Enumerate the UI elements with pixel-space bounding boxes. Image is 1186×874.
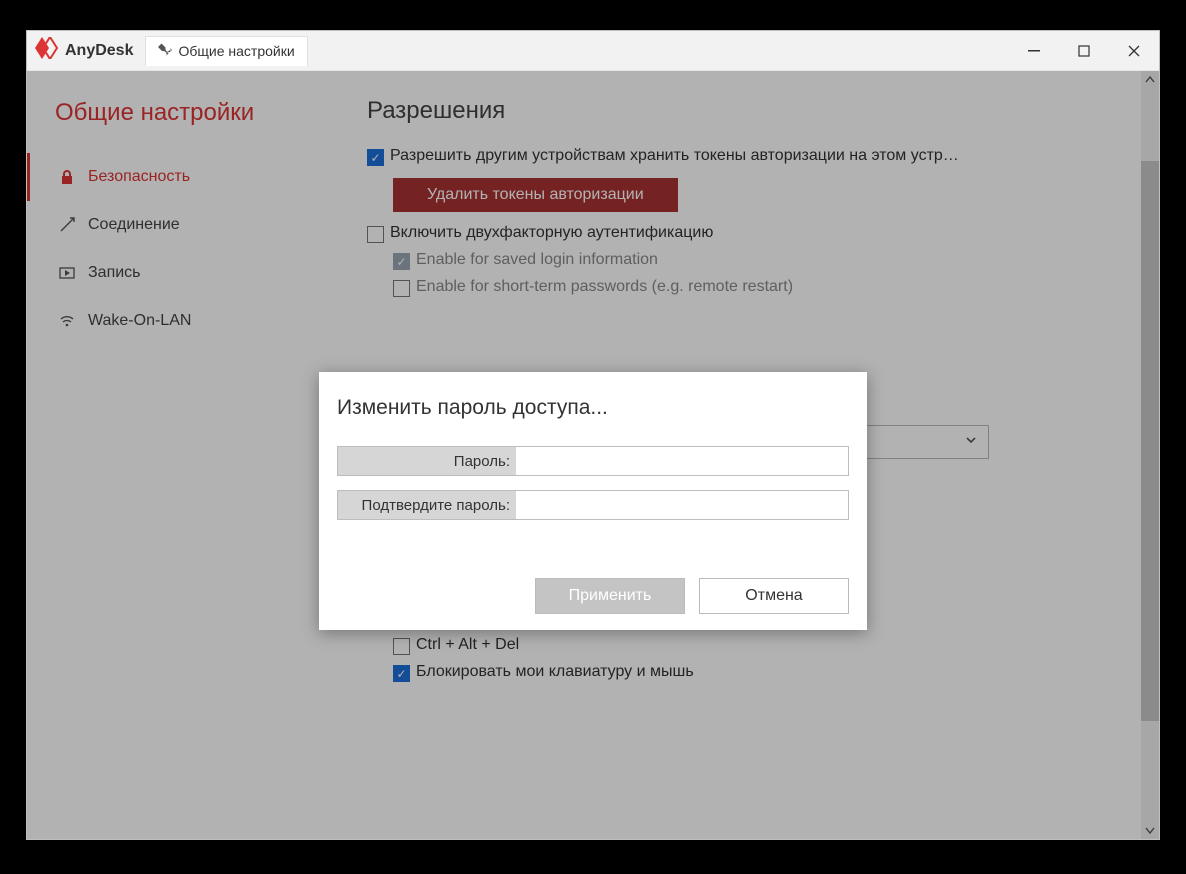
- main-scrollbar-thumb[interactable]: [1141, 161, 1159, 721]
- row-enable-saved-login: Enable for saved login information: [393, 251, 1139, 270]
- row-allow-store-tokens[interactable]: Разрешить другим устройствам хранить ток…: [367, 147, 1139, 166]
- apply-button[interactable]: Применить: [535, 578, 685, 614]
- window-body: Общие настройки Безопасность Соединение …: [27, 71, 1159, 839]
- label-cad: Ctrl + Alt + Del: [416, 636, 519, 654]
- label-block-input: Блокировать мои клавиатуру и мышь: [416, 663, 694, 681]
- label-confirm-password: Подтвердите пароль:: [338, 491, 516, 519]
- checkbox-enable-short-term: [393, 280, 410, 297]
- delete-tokens-button[interactable]: Удалить токены авторизации: [393, 178, 678, 212]
- titlebar: AnyDesk Общие настройки: [27, 31, 1159, 71]
- section-title-permissions: Разрешения: [367, 97, 1139, 125]
- sidebar-item-wol[interactable]: Wake-On-LAN: [27, 297, 341, 345]
- sidebar-title: Общие настройки: [27, 93, 341, 153]
- app-window: AnyDesk Общие настройки Общие настройки …: [26, 30, 1160, 840]
- label-enable-short-term: Enable for short-term passwords (e.g. re…: [416, 278, 793, 296]
- cancel-button[interactable]: Отмена: [699, 578, 849, 614]
- tab-general-settings[interactable]: Общие настройки: [145, 36, 307, 66]
- anydesk-logo-icon: [35, 37, 61, 64]
- dialog-buttons: Применить Отмена: [337, 578, 849, 614]
- tab-label: Общие настройки: [178, 43, 294, 59]
- label-allow-store-tokens: Разрешить другим устройствам хранить ток…: [390, 147, 959, 165]
- main-scroll-down[interactable]: [1141, 821, 1159, 839]
- minimize-button[interactable]: [1009, 31, 1059, 71]
- wrench-icon: [158, 43, 172, 60]
- sidebar: Общие настройки Безопасность Соединение …: [27, 71, 341, 839]
- sidebar-item-recording[interactable]: Запись: [27, 249, 341, 297]
- wifi-icon: [58, 313, 76, 329]
- sidebar-item-connection[interactable]: Соединение: [27, 201, 341, 249]
- field-confirm-password: Подтвердите пароль:: [337, 490, 849, 520]
- label-password: Пароль:: [338, 447, 516, 475]
- row-enable-short-term: Enable for short-term passwords (e.g. re…: [393, 278, 1139, 297]
- connection-icon: [58, 217, 76, 233]
- field-password: Пароль:: [337, 446, 849, 476]
- sidebar-item-label: Wake-On-LAN: [88, 312, 191, 330]
- main-scroll-up[interactable]: [1141, 71, 1159, 89]
- app-name: AnyDesk: [65, 42, 133, 60]
- row-enable-2fa[interactable]: Включить двухфакторную аутентификацию: [367, 224, 1139, 243]
- change-password-dialog: Изменить пароль доступа... Пароль: Подтв…: [319, 372, 867, 630]
- checkbox-enable-saved-login: [393, 253, 410, 270]
- dialog-title: Изменить пароль доступа...: [337, 396, 849, 420]
- row-cad[interactable]: Ctrl + Alt + Del: [393, 636, 1139, 655]
- checkbox-block-input[interactable]: [393, 665, 410, 682]
- checkbox-cad[interactable]: [393, 638, 410, 655]
- checkbox-enable-2fa[interactable]: [367, 226, 384, 243]
- maximize-button[interactable]: [1059, 31, 1109, 71]
- label-enable-saved-login: Enable for saved login information: [416, 251, 658, 269]
- chevron-down-icon: [964, 433, 978, 452]
- sidebar-item-security[interactable]: Безопасность: [27, 153, 341, 201]
- input-confirm-password[interactable]: [516, 491, 848, 519]
- close-button[interactable]: [1109, 31, 1159, 71]
- label-enable-2fa: Включить двухфакторную аутентификацию: [390, 224, 713, 242]
- sidebar-item-label: Соединение: [88, 216, 180, 234]
- lock-icon: [58, 169, 76, 185]
- row-block-input[interactable]: Блокировать мои клавиатуру и мышь: [393, 663, 1139, 682]
- sidebar-item-label: Безопасность: [88, 168, 190, 186]
- recording-icon: [58, 265, 76, 281]
- checkbox-allow-store-tokens[interactable]: [367, 149, 384, 166]
- input-password[interactable]: [516, 447, 848, 475]
- window-controls: [1009, 31, 1159, 71]
- sidebar-item-label: Запись: [88, 264, 141, 282]
